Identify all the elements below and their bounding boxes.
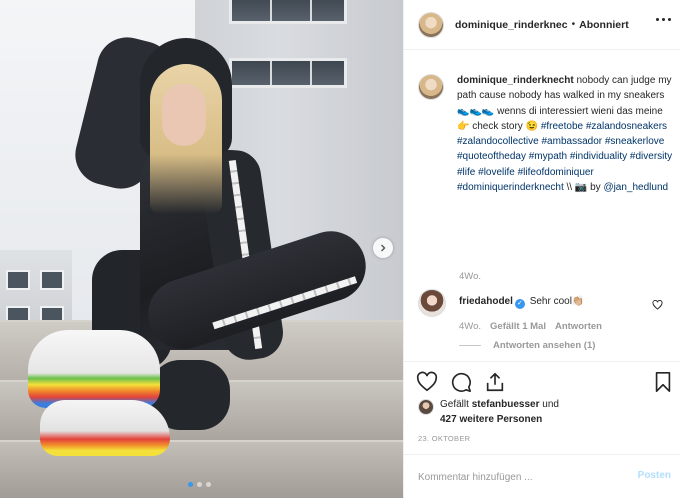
building-window — [229, 58, 347, 88]
mention-link[interactable]: @jan_hedlund — [603, 182, 668, 193]
instagram-post-view: dominique_rinderknec • Abonniert dominiq… — [0, 0, 680, 498]
reply-button[interactable]: Antworten — [555, 321, 602, 332]
heart-icon[interactable] — [416, 371, 438, 393]
hashtag-link[interactable]: #dominiquerinderknecht — [457, 182, 564, 193]
author-username[interactable]: dominique_rinderknec — [455, 19, 568, 31]
verified-badge-icon: ✓ — [514, 299, 525, 309]
bookmark-icon[interactable] — [652, 371, 674, 393]
building-window — [40, 270, 64, 290]
camera-emoji: 📷 — [574, 182, 588, 194]
building-window — [6, 270, 30, 290]
likes-text: Gefällt stefanbuesser und 427 weitere Pe… — [440, 397, 559, 427]
comment-icon[interactable] — [450, 371, 472, 393]
post-side-panel: dominique_rinderknec • Abonniert dominiq… — [403, 0, 680, 498]
comment-text: Sehr cool👏🏼 — [529, 296, 585, 307]
hashtag-link[interactable]: #life — [457, 167, 475, 178]
chevron-right-icon — [381, 244, 386, 252]
building-window — [229, 0, 347, 24]
author-avatar[interactable] — [418, 11, 444, 38]
share-icon[interactable] — [484, 371, 506, 393]
sneaker-emoji: 👟👟👟 — [457, 105, 495, 117]
photo-sneaker — [28, 330, 160, 408]
hashtag-link[interactable]: #freetobe — [541, 121, 583, 132]
hashtag-link[interactable]: #sneakerlove — [605, 136, 664, 147]
caption-author-avatar[interactable] — [418, 74, 444, 100]
comment-input[interactable] — [418, 467, 618, 487]
caption-username[interactable]: dominique_rinderknecht — [457, 75, 574, 86]
post-date[interactable]: 23. OKTOBER — [418, 434, 470, 443]
caption-segment: by — [587, 182, 604, 194]
action-bar — [404, 361, 680, 401]
more-options-icon[interactable] — [656, 18, 671, 21]
comments-scroll-area[interactable]: dominique_rinderknecht nobody can judge … — [404, 51, 680, 361]
comment-likes-count[interactable]: Gefällt 1 Mal — [490, 321, 546, 332]
post-photo[interactable] — [0, 0, 403, 498]
commenter-username[interactable]: friedahodel — [459, 296, 513, 307]
caption-segment: \\ — [563, 182, 575, 194]
likes-prefix: Gefällt — [440, 399, 472, 410]
header-separator: • — [571, 19, 576, 30]
photo-sneaker — [40, 400, 170, 456]
caption-timestamp[interactable]: 4Wo. — [459, 271, 481, 282]
carousel-indicator — [188, 482, 211, 487]
likes-conjunction: und — [539, 399, 559, 410]
caption: dominique_rinderknecht nobody can judge … — [418, 73, 673, 195]
caption-segment: wenns di interessiert wieni das meine — [494, 105, 663, 117]
commenter-avatar[interactable] — [418, 289, 446, 317]
comment-body: friedahodel ✓ Sehr cool👏🏼 — [459, 296, 584, 317]
liker-username[interactable]: stefanbuesser — [472, 399, 540, 410]
caption-segment: check story — [469, 120, 526, 132]
carousel-dot-active — [188, 482, 193, 487]
hashtag-link[interactable]: #ambassador — [542, 136, 603, 147]
comment-timestamp[interactable]: 4Wo. — [459, 321, 481, 332]
follow-status-button[interactable]: Abonniert — [579, 19, 629, 31]
comment-like-heart-icon[interactable] — [652, 300, 663, 310]
post-comment-button[interactable]: Posten — [638, 470, 671, 481]
pointing-hand-emoji: 👉 — [457, 120, 470, 132]
carousel-next-button[interactable] — [373, 238, 393, 258]
post-header: dominique_rinderknec • Abonniert — [404, 0, 680, 50]
caption-text: dominique_rinderknecht nobody can judge … — [457, 73, 673, 195]
hashtag-link[interactable]: #quoteoftheday — [457, 151, 526, 162]
photo-person-face — [162, 84, 206, 146]
likes-summary: Gefällt stefanbuesser und 427 weitere Pe… — [418, 397, 673, 427]
hashtag-link[interactable]: #individuality — [570, 151, 627, 162]
comment-composer: Posten — [404, 454, 680, 498]
hashtag-link[interactable]: #diversity — [630, 151, 672, 162]
hashtag-link[interactable]: #lifeofdominiquer — [518, 167, 594, 178]
hashtag-link[interactable]: #mypath — [529, 151, 567, 162]
wink-emoji: 😉 — [525, 120, 539, 132]
carousel-dot — [206, 482, 211, 487]
hashtag-link[interactable]: #zalandosneakers — [586, 121, 667, 132]
carousel-dot — [197, 482, 202, 487]
view-replies-button[interactable]: Antworten ansehen (1) — [459, 340, 595, 351]
comment: friedahodel ✓ Sehr cool👏🏼 — [418, 289, 673, 317]
hashtag-link[interactable]: #lovelife — [478, 167, 515, 178]
likes-others-button[interactable]: 427 weitere Personen — [440, 414, 542, 425]
comment-meta: 4Wo. Gefällt 1 Mal Antworten — [459, 321, 602, 332]
liker-avatar[interactable] — [418, 399, 434, 415]
hashtag-link[interactable]: #zalandocollective — [457, 136, 539, 147]
